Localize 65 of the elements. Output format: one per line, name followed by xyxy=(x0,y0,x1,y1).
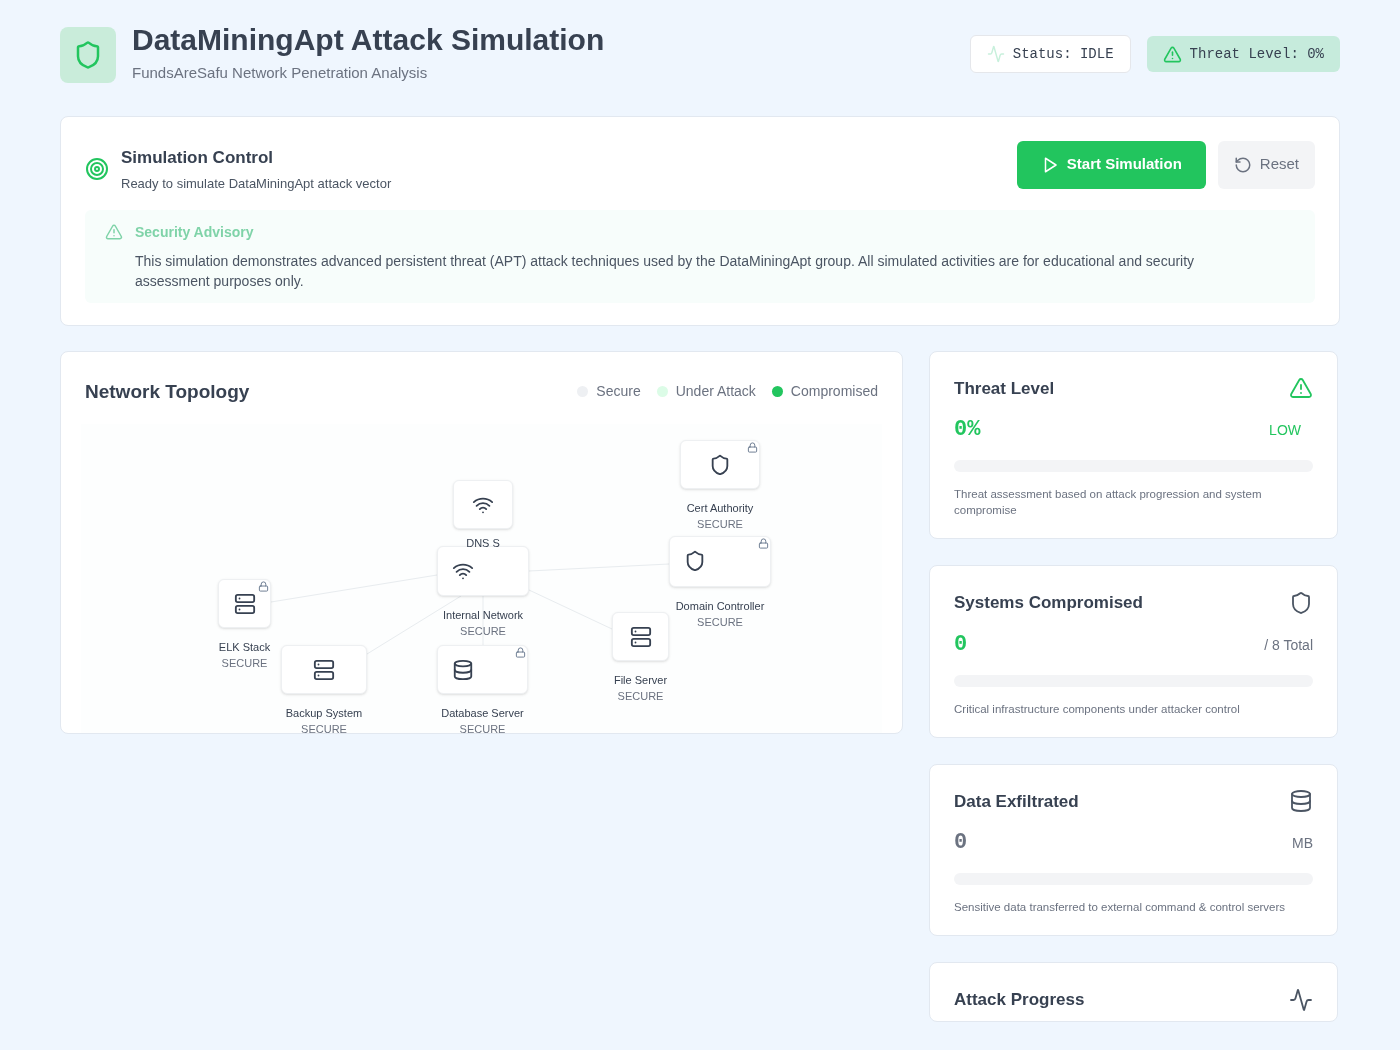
control-subtitle: Ready to simulate DataMiningApt attack vector xyxy=(121,175,392,193)
node-box[interactable] xyxy=(612,612,669,661)
stat-title: Threat Level xyxy=(954,377,1055,400)
legend-label: Compromised xyxy=(790,382,878,402)
server-icon xyxy=(233,592,256,615)
shield-icon xyxy=(709,453,731,476)
stat-title: Attack Progress xyxy=(954,989,1085,1011)
reset-button[interactable]: Reset xyxy=(1217,140,1315,189)
warning-icon xyxy=(1289,376,1313,401)
stat-description: Sensitive data transferred to external command & control servers xyxy=(954,900,1287,915)
pulse-icon xyxy=(1289,987,1313,1012)
topology-title: Network Topology xyxy=(85,379,250,404)
stat-unit: MB xyxy=(1292,834,1313,853)
shield-icon xyxy=(684,550,706,572)
node-label: Database Server xyxy=(441,706,524,721)
node-label: Domain Controller xyxy=(675,599,765,614)
node-status: SECURE xyxy=(459,722,506,733)
target-icon xyxy=(85,157,109,181)
server-icon xyxy=(313,658,335,681)
reset-icon xyxy=(1233,155,1252,174)
stat-unit: / 8 Total xyxy=(1264,635,1313,655)
node-box[interactable] xyxy=(281,645,367,694)
node-label: DNS S xyxy=(466,536,500,551)
warning-icon xyxy=(1162,44,1182,64)
node-box[interactable] xyxy=(680,440,760,489)
node-label: ELK Stack xyxy=(218,640,271,655)
page-title: DataMiningApt Attack Simulation xyxy=(132,22,605,58)
node-status: SECURE xyxy=(697,517,743,532)
pulse-icon xyxy=(986,45,1005,63)
control-title: Simulation Control xyxy=(121,146,275,169)
threat-text: Threat Level: 0% xyxy=(1189,44,1324,64)
advisory-title: Security Advisory xyxy=(135,222,254,242)
node-box[interactable] xyxy=(437,645,528,694)
stat-title: Systems Compromised xyxy=(954,592,1143,614)
shield-icon xyxy=(1289,590,1313,615)
node-box[interactable] xyxy=(669,536,771,587)
node-label: Backup System xyxy=(285,706,363,721)
legend-label: Secure xyxy=(596,382,641,402)
stat-value: 0% xyxy=(954,416,981,444)
node-box[interactable] xyxy=(218,579,271,628)
stat-description: Threat assessment based on attack progression and system compromise xyxy=(954,487,1263,518)
node-status: SECURE xyxy=(697,615,743,630)
stat-title: Data Exfiltrated xyxy=(954,790,1079,813)
node-status: SECURE xyxy=(301,722,347,733)
warning-icon xyxy=(105,223,123,241)
page-subtitle: FundsAreSafu Network Penetration Analysis xyxy=(132,63,429,83)
node-status: SECURE xyxy=(221,656,268,671)
node-box[interactable] xyxy=(437,546,529,596)
stat-description: Critical infrastructure components under attacker control xyxy=(954,701,1241,717)
start-button[interactable]: Start Simulation xyxy=(1016,140,1206,189)
advisory-text: This simulation demonstrates advanced persistent threat (APT) attack techniques used by the DataMiningApt group. All simulated activities are for educational and security assessment purposes only. xyxy=(135,251,1196,291)
stat-value: 0 xyxy=(954,829,968,857)
node-label: Internal Network xyxy=(442,608,524,623)
legend-label: Under Attack xyxy=(675,382,756,402)
server-icon xyxy=(629,625,652,648)
node-status: SECURE xyxy=(617,689,664,704)
stat-value: 0 xyxy=(954,630,968,659)
database-icon xyxy=(452,659,474,681)
node-status: SECURE xyxy=(460,624,506,639)
stat-unit: LOW xyxy=(1269,421,1301,440)
database-icon xyxy=(1289,789,1313,814)
status-text: Status: IDLE xyxy=(1012,44,1114,64)
node-label: File Server xyxy=(613,673,668,688)
node-box[interactable] xyxy=(453,480,513,529)
node-label: Cert Authority xyxy=(686,501,754,516)
